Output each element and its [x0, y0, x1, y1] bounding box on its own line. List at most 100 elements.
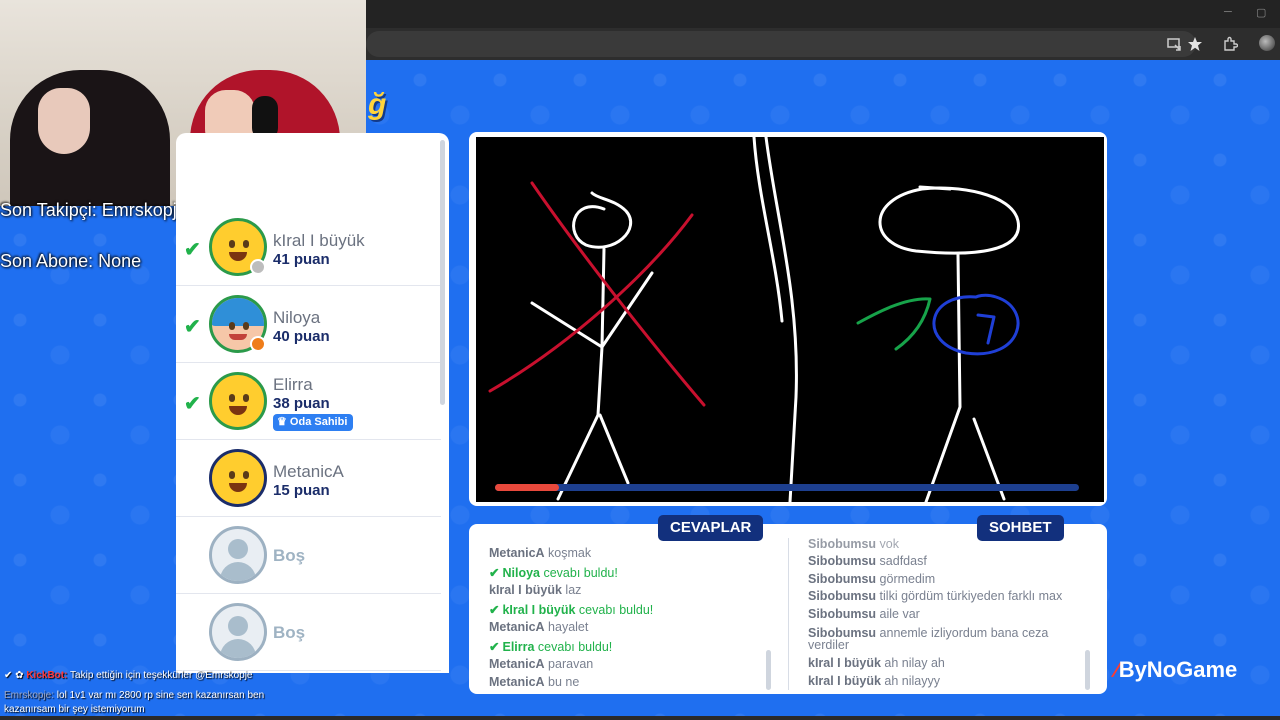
player-score: 40 puan — [273, 328, 330, 345]
player-name: MetanicA — [273, 462, 344, 481]
stream-chat-line: kazanırsam bir şey istemiyorum — [4, 704, 145, 715]
player-score: 41 puan — [273, 251, 330, 268]
stroke — [918, 185, 952, 191]
empty-slot-row: Boş — [176, 594, 441, 671]
answer-message: ✔ Niloya cevabı buldu! — [489, 565, 618, 580]
chat-text: yok — [876, 538, 899, 548]
player-row[interactable]: ✔ Niloya 40 puan — [176, 286, 441, 363]
chat-username: KickBot: — [26, 670, 68, 681]
game-logo[interactable]: ğ — [368, 88, 400, 124]
stroke — [932, 293, 1020, 356]
profile-avatar-icon[interactable] — [1259, 35, 1275, 51]
drawing-strokes — [488, 137, 1020, 502]
chat-username: Sibobumsu — [808, 607, 877, 621]
room-owner-badge: ♛ Oda Sahibi — [273, 414, 354, 431]
install-app-icon[interactable] — [1166, 36, 1182, 52]
stream-chat-line: ✔ ✿ KickBot: Takip ettiğin için teşekkür… — [4, 670, 253, 681]
chat-message: Sibobumsu sadfdasf — [808, 554, 1078, 568]
answer-text: cevabı buldu! — [575, 603, 654, 617]
player-score: 15 puan — [273, 482, 330, 499]
chat-text: sadfdasf — [876, 554, 927, 568]
minimize-window-button[interactable]: ─ — [1224, 6, 1232, 18]
empty-slot-label: Boş — [273, 623, 306, 642]
streamer-left-silhouette — [10, 70, 170, 206]
answers-scrollbar[interactable] — [766, 650, 771, 690]
smiley-avatar-icon — [209, 372, 267, 430]
brand-name: ByNoGame — [1118, 657, 1238, 682]
stroke — [878, 186, 1020, 255]
answer-message: MetanicA hayalet — [489, 620, 588, 634]
found-check-icon: ✔ — [489, 640, 500, 654]
chat-username: kIral I büyük — [808, 674, 881, 688]
answer-username: Niloya — [502, 566, 540, 580]
chat-username: kIral I büyük — [808, 656, 881, 670]
last-subscriber-label: Son Abone: None — [0, 251, 142, 271]
stroke — [572, 191, 633, 249]
chat-message: Sibobumsu annemle izliyordum bana ceza v… — [808, 627, 1078, 652]
answer-message: MetanicA bu ne — [489, 675, 579, 689]
tab-answers[interactable]: CEVAPLAR — [658, 515, 764, 541]
extensions-icon[interactable] — [1222, 36, 1238, 52]
empty-user-avatar-icon — [209, 603, 267, 661]
found-check-icon: ✔ — [489, 603, 500, 617]
taskbar-strip — [0, 716, 1280, 720]
bot-badge-icons: ✔ ✿ — [4, 670, 27, 681]
player-name: Niloya — [273, 308, 321, 327]
chat-text: aile var — [876, 607, 920, 621]
empty-user-avatar-icon — [209, 526, 267, 584]
stroke — [488, 213, 694, 393]
answer-username: MetanicA — [489, 546, 545, 560]
answer-username: MetanicA — [489, 657, 545, 671]
chat-message: kIral I büyük ah nilay ah — [808, 656, 1078, 670]
stroke — [976, 313, 996, 345]
last-follower-label: Son Takipçi: Emrskopje — [0, 200, 187, 220]
chat-message: Sibobumsu yok — [808, 538, 1078, 548]
chat-scrollbar[interactable] — [1085, 650, 1090, 690]
player-row[interactable]: ✔ Elirra 38 puan ♛ Oda Sahibi — [176, 363, 441, 440]
chat-message: kIral I büyük ah nilayyy — [808, 674, 1078, 688]
status-dot — [250, 336, 266, 352]
chat-text: Takip ettiğin için teşekkürler @Emrskopj… — [67, 670, 253, 681]
chat-text: lol 1v1 var mı 2800 rp sine sen kazanırs… — [54, 690, 265, 701]
answer-message: kIral I büyük laz — [489, 583, 581, 597]
answer-username: Elirra — [502, 640, 535, 654]
player-row[interactable]: MetanicA 15 puan — [176, 440, 441, 517]
chat-text: görmedim — [876, 572, 936, 586]
chat-username: Emrskopje: — [4, 690, 55, 701]
bynogame-brand[interactable]: ⁄ByNoGame — [1115, 657, 1237, 683]
chat-username: Sibobumsu — [808, 538, 877, 548]
answer-text: bu ne — [544, 675, 580, 689]
answer-text: cevabı buldu! — [540, 566, 618, 580]
round-timer-fill — [495, 484, 559, 491]
bookmark-star-icon[interactable] — [1187, 36, 1203, 52]
answer-text: paravan — [544, 657, 594, 671]
player-list: ✔ kIral I büyük 41 puan ✔ Niloya 40 puan… — [176, 133, 449, 673]
answer-message: MetanicA paravan — [489, 657, 593, 671]
drawing-canvas[interactable] — [476, 137, 1104, 502]
answer-username: kIral I büyük — [489, 583, 562, 597]
chat-username: Sibobumsu — [808, 589, 877, 603]
streamer-left-face — [38, 88, 90, 154]
player-row[interactable]: ✔ kIral I büyük 41 puan — [176, 209, 441, 286]
stroke — [752, 137, 784, 323]
found-check-icon: ✔ — [489, 566, 500, 580]
crown-icon: ♛ — [277, 416, 290, 428]
answer-username: MetanicA — [489, 620, 545, 634]
guessed-check-icon: ✔ — [184, 393, 201, 415]
chat-message: Sibobumsu aile var — [808, 607, 1078, 621]
chat-message: Sibobumsu görmedim — [808, 572, 1078, 586]
answer-message: ✔ kIral I büyük cevabı buldu! — [489, 602, 653, 617]
chat-text: ah nilayyy — [880, 674, 941, 688]
guessed-check-icon: ✔ — [184, 239, 201, 261]
address-bar[interactable] — [366, 31, 1196, 57]
answer-username: kIral I büyük — [502, 603, 576, 617]
answer-text: laz — [561, 583, 582, 597]
smiley-avatar-icon — [209, 449, 267, 507]
answer-username: MetanicA — [489, 675, 545, 689]
player-list-scrollbar[interactable] — [440, 140, 445, 405]
chat-text: tilki gördüm türkiyeden farklı max — [876, 589, 1063, 603]
maximize-window-button[interactable]: ▢ — [1256, 6, 1266, 19]
stroke — [530, 271, 654, 349]
chat-text: kazanırsam bir şey istemiyorum — [4, 704, 145, 715]
stroke — [856, 297, 932, 351]
